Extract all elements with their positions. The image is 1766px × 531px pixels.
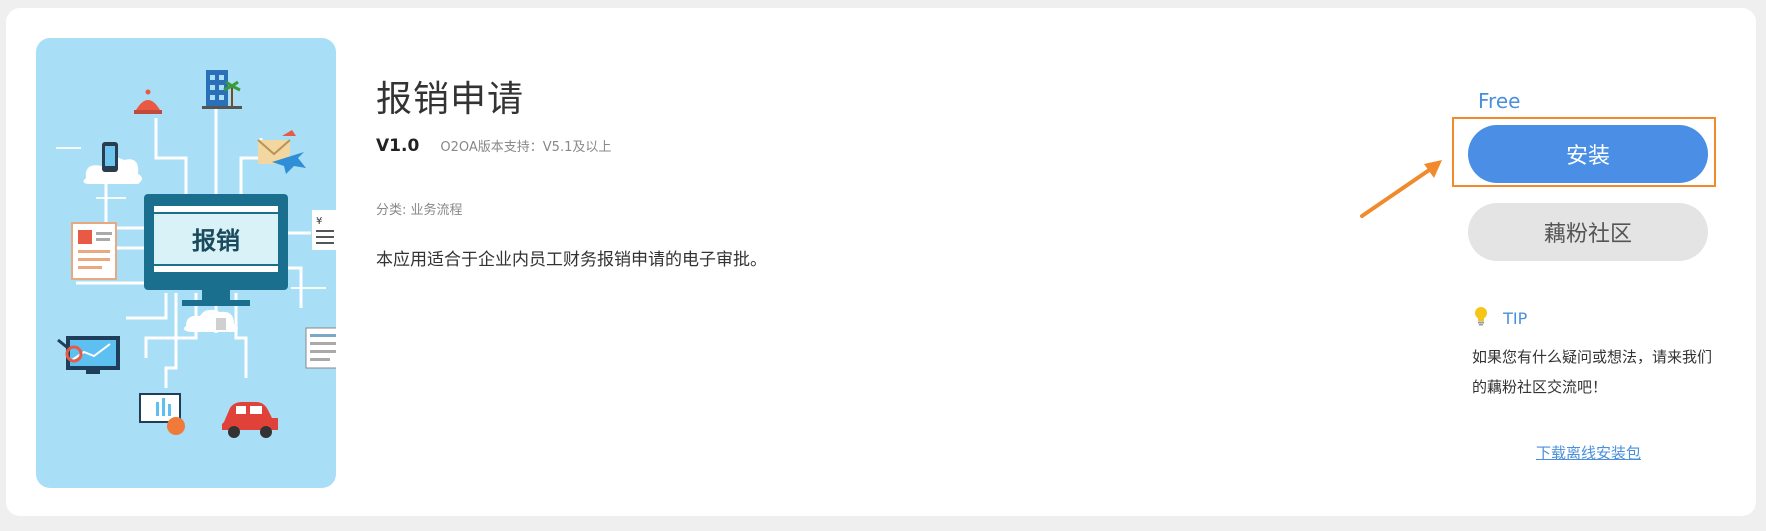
tip-label: TIP [1503, 308, 1528, 328]
tip-text: 如果您有什么疑问或想法，请来我们的藕粉社区交流吧！ [1472, 348, 1713, 396]
price-label: Free [1478, 89, 1521, 113]
illustration-monitor-label: 报销 [192, 227, 240, 255]
app-cover-image: ¥ 报销 [36, 38, 336, 488]
svg-text:¥: ¥ [316, 216, 322, 227]
lightbulb-icon [1474, 306, 1488, 330]
app-illustration: ¥ 报销 [56, 70, 336, 438]
install-button[interactable]: 安装 [1468, 125, 1708, 183]
community-button[interactable]: 藕粉社区 [1468, 203, 1708, 261]
app-detail-card: ¥ 报销 报销申请 V1.0 O2OA版本支持：V5.1及以上 分类: 业务流程… [6, 8, 1756, 516]
version-row: V1.0 O2OA版本支持：V5.1及以上 [376, 136, 611, 156]
compatibility-note: O2OA版本支持：V5.1及以上 [440, 140, 612, 155]
tip-header: TIP [1474, 306, 1527, 330]
app-version: V1.0 [376, 136, 420, 156]
app-category: 分类: 业务流程 [376, 203, 463, 218]
app-description: 本应用适合于企业内员工财务报销申请的电子审批。 [376, 250, 767, 270]
arrow-icon [1360, 160, 1442, 218]
download-offline-link[interactable]: 下载离线安装包 [1536, 442, 1641, 463]
app-title: 报销申请 [376, 79, 525, 120]
